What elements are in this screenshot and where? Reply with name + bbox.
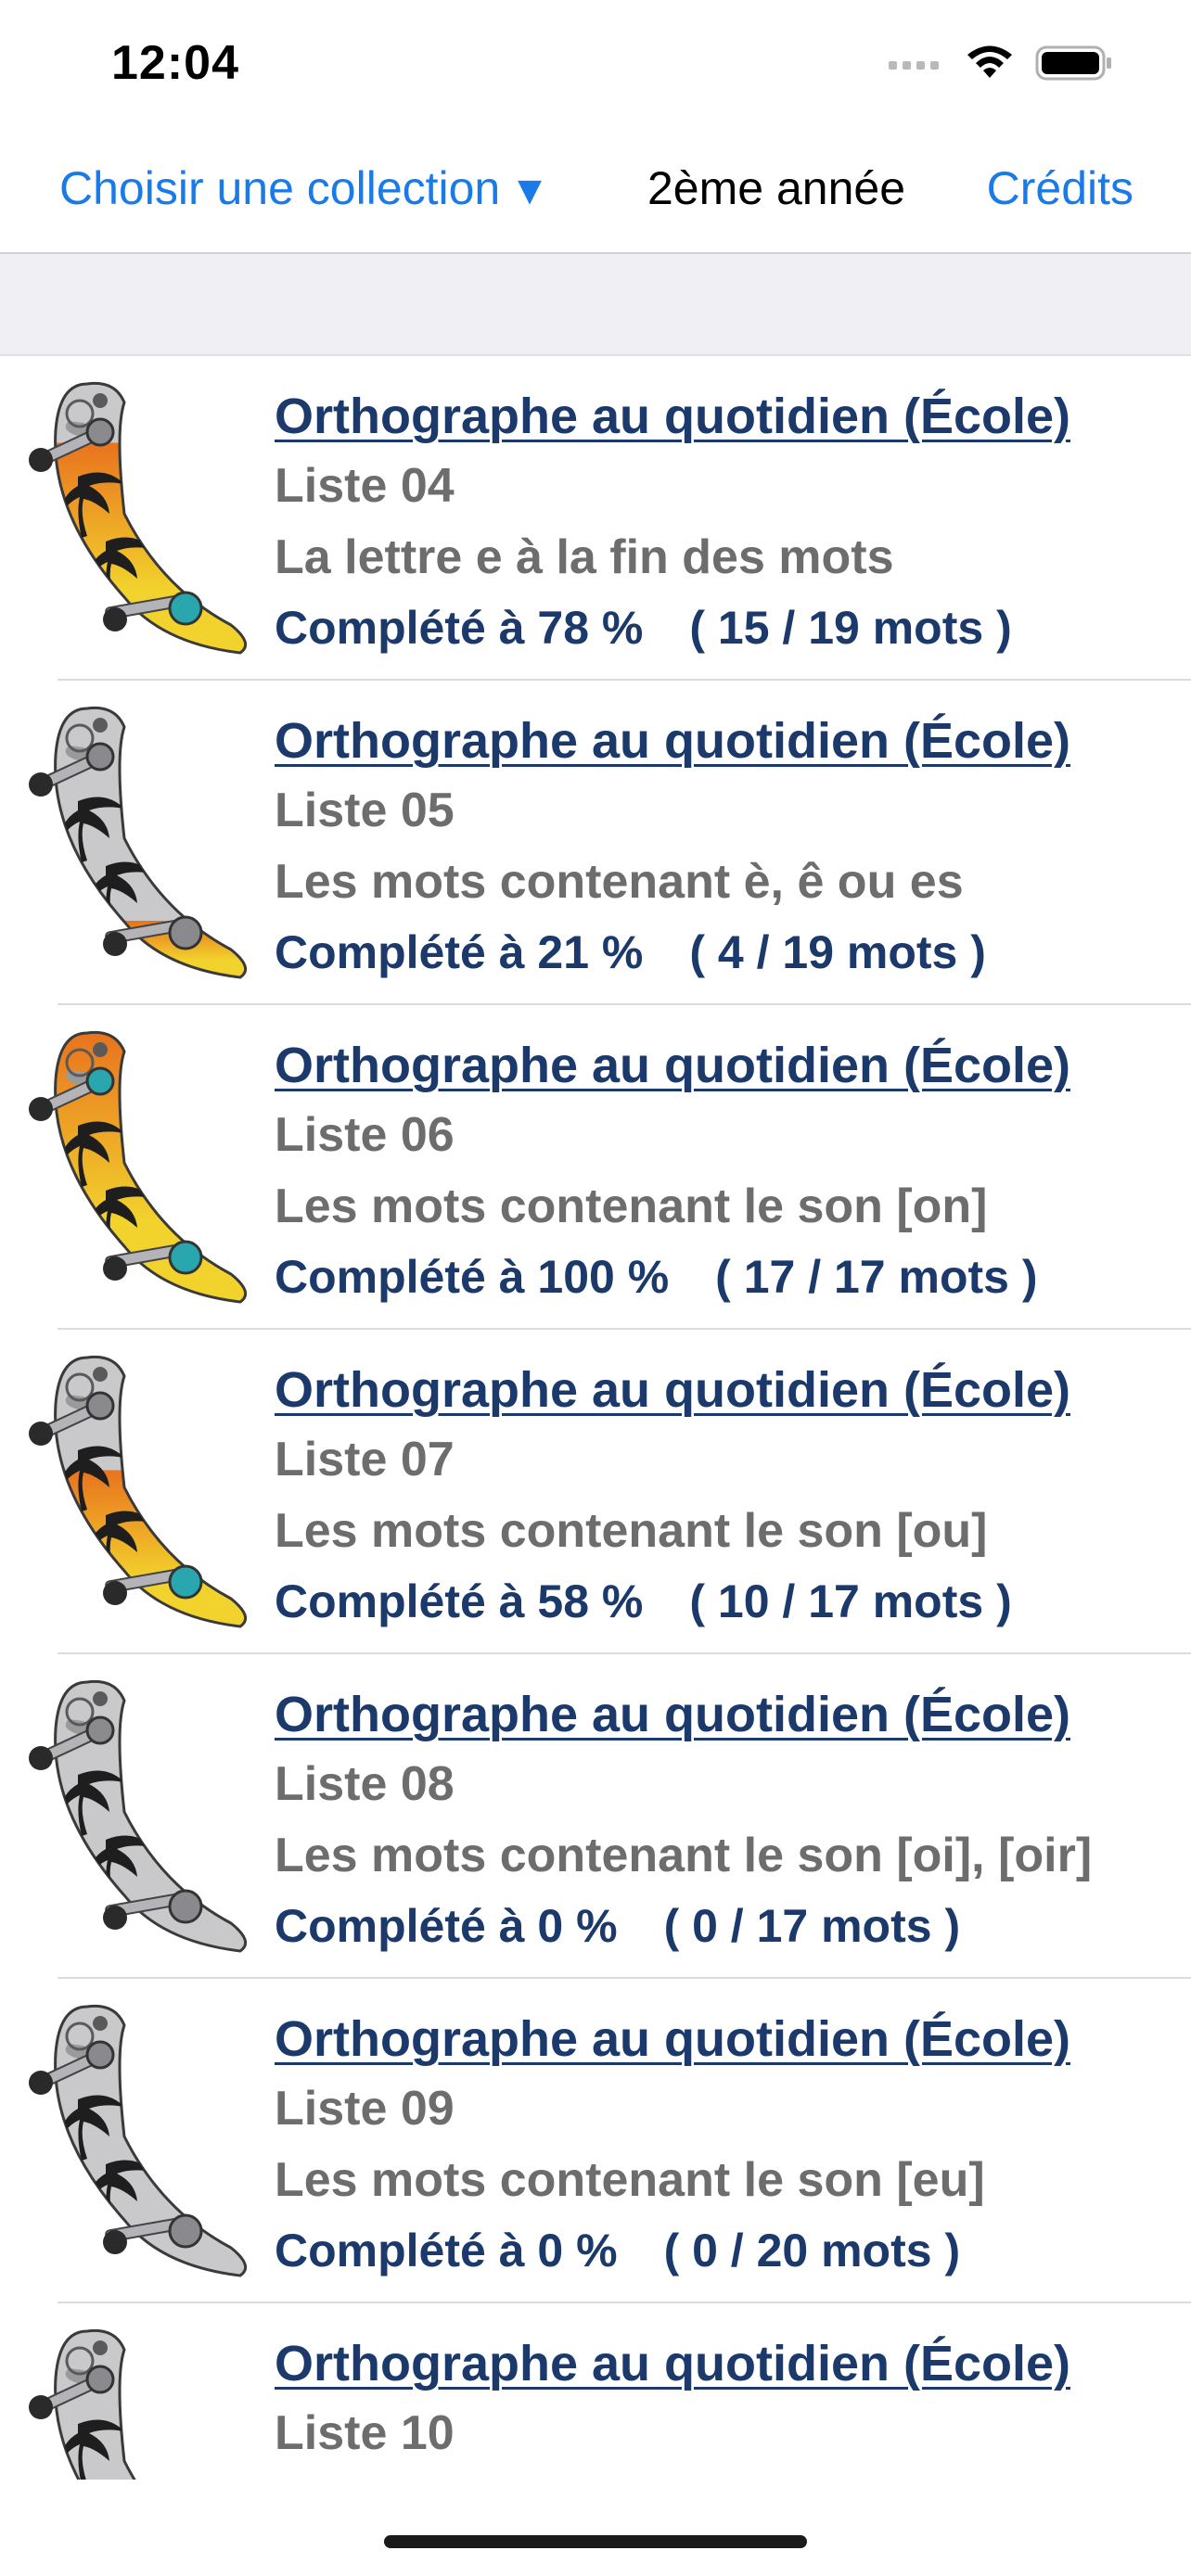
skateboard-progress-icon <box>29 2004 248 2277</box>
nav-title: 2ème année <box>647 162 906 214</box>
completion-percent: Complété à 0 % <box>275 1900 618 1952</box>
list-item[interactable]: Orthographe au quotidien (École) Liste 0… <box>0 681 1191 1005</box>
list-item[interactable]: Orthographe au quotidien (École) Liste 0… <box>0 1330 1191 1654</box>
collection-link[interactable]: Orthographe au quotidien (École) <box>275 2005 1184 2073</box>
dropdown-arrow-icon: ▼ <box>509 168 550 213</box>
list-number: Liste 07 <box>275 1433 455 1486</box>
completion-status: Complété à 58 % ( 10 / 17 mots ) <box>275 1567 1184 1636</box>
completion-status: Complété à 78 % ( 15 / 19 mots ) <box>275 593 1184 662</box>
list-item[interactable]: Orthographe au quotidien (École) Liste 1… <box>0 2303 1191 2480</box>
word-count: ( 17 / 17 mots ) <box>715 1251 1038 1303</box>
completion-status: Complété à 100 % ( 17 / 17 mots ) <box>275 1243 1184 1311</box>
collection-link[interactable]: Orthographe au quotidien (École) <box>275 1680 1184 1749</box>
status-bar: 12:04 <box>0 0 1191 130</box>
list-number: Liste 08 <box>275 1757 455 1811</box>
completion-status: Complété à 0 % ( 0 / 17 mots ) <box>275 1892 1184 1960</box>
wifi-icon <box>967 45 1012 78</box>
list-number: Liste 05 <box>275 784 455 837</box>
cellular-signal-icon <box>889 61 939 70</box>
section-header <box>0 254 1191 356</box>
word-count: ( 15 / 19 mots ) <box>689 602 1012 654</box>
status-time: 12:04 <box>111 36 239 90</box>
completion-percent: Complété à 100 % <box>275 1251 670 1303</box>
skateboard-progress-icon <box>29 1355 248 1628</box>
word-count: ( 10 / 17 mots ) <box>689 1575 1012 1627</box>
collection-link[interactable]: Orthographe au quotidien (École) <box>275 1031 1184 1100</box>
skateboard-progress-icon <box>29 1679 248 1953</box>
skateboard-progress-icon <box>29 381 248 655</box>
skateboard-progress-icon <box>29 706 248 979</box>
collection-link[interactable]: Orthographe au quotidien (École) <box>275 1356 1184 1424</box>
collection-link[interactable]: Orthographe au quotidien (École) <box>275 382 1184 451</box>
list-description: Les mots contenant è, ê ou es <box>275 855 964 909</box>
word-count: ( 4 / 19 mots ) <box>689 926 986 978</box>
navigation-bar: Choisir une collection ▼ 2ème année Crédi… <box>0 130 1191 254</box>
word-count: ( 0 / 17 mots ) <box>663 1900 961 1952</box>
list-number: Liste 09 <box>275 2082 455 2136</box>
list-description: Les mots contenant le son [eu] <box>275 2153 985 2207</box>
word-list-table[interactable]: Orthographe au quotidien (École) Liste 0… <box>0 356 1191 2480</box>
list-number: Liste 04 <box>275 459 455 513</box>
choose-collection-button[interactable]: Choisir une collection ▼ <box>59 161 550 215</box>
choose-collection-label: Choisir une collection <box>59 162 501 214</box>
collection-link[interactable]: Orthographe au quotidien (École) <box>275 707 1184 775</box>
list-item[interactable]: Orthographe au quotidien (École) Liste 0… <box>0 1979 1191 2303</box>
list-item[interactable]: Orthographe au quotidien (École) Liste 0… <box>0 1654 1191 1979</box>
credits-button[interactable]: Crédits <box>987 161 1133 215</box>
word-count: ( 0 / 20 mots ) <box>663 2225 961 2276</box>
completion-percent: Complété à 21 % <box>275 926 644 978</box>
list-item[interactable]: Orthographe au quotidien (École) Liste 0… <box>0 356 1191 681</box>
completion-percent: Complété à 78 % <box>275 602 644 654</box>
list-description: Les mots contenant le son [oi], [oir] <box>275 1829 1093 1882</box>
completion-percent: Complété à 58 % <box>275 1575 644 1627</box>
completion-percent: Complété à 0 % <box>275 2225 618 2276</box>
battery-icon <box>1035 45 1111 81</box>
list-description: La lettre e à la fin des mots <box>275 530 894 584</box>
list-number: Liste 06 <box>275 1108 455 1162</box>
list-item[interactable]: Orthographe au quotidien (École) Liste 0… <box>0 1005 1191 1330</box>
list-number: Liste 10 <box>275 2406 455 2460</box>
list-description: Les mots contenant le son [ou] <box>275 1504 988 1558</box>
skateboard-progress-icon <box>29 1030 248 1304</box>
list-description: Les mots contenant le son [on] <box>275 1180 988 1233</box>
completion-status: Complété à 0 % ( 0 / 20 mots ) <box>275 2216 1184 2285</box>
home-indicator[interactable] <box>384 2535 807 2548</box>
completion-status: Complété à 21 % ( 4 / 19 mots ) <box>275 918 1184 987</box>
collection-link[interactable]: Orthographe au quotidien (École) <box>275 2329 1184 2398</box>
skateboard-progress-icon <box>29 2328 136 2480</box>
